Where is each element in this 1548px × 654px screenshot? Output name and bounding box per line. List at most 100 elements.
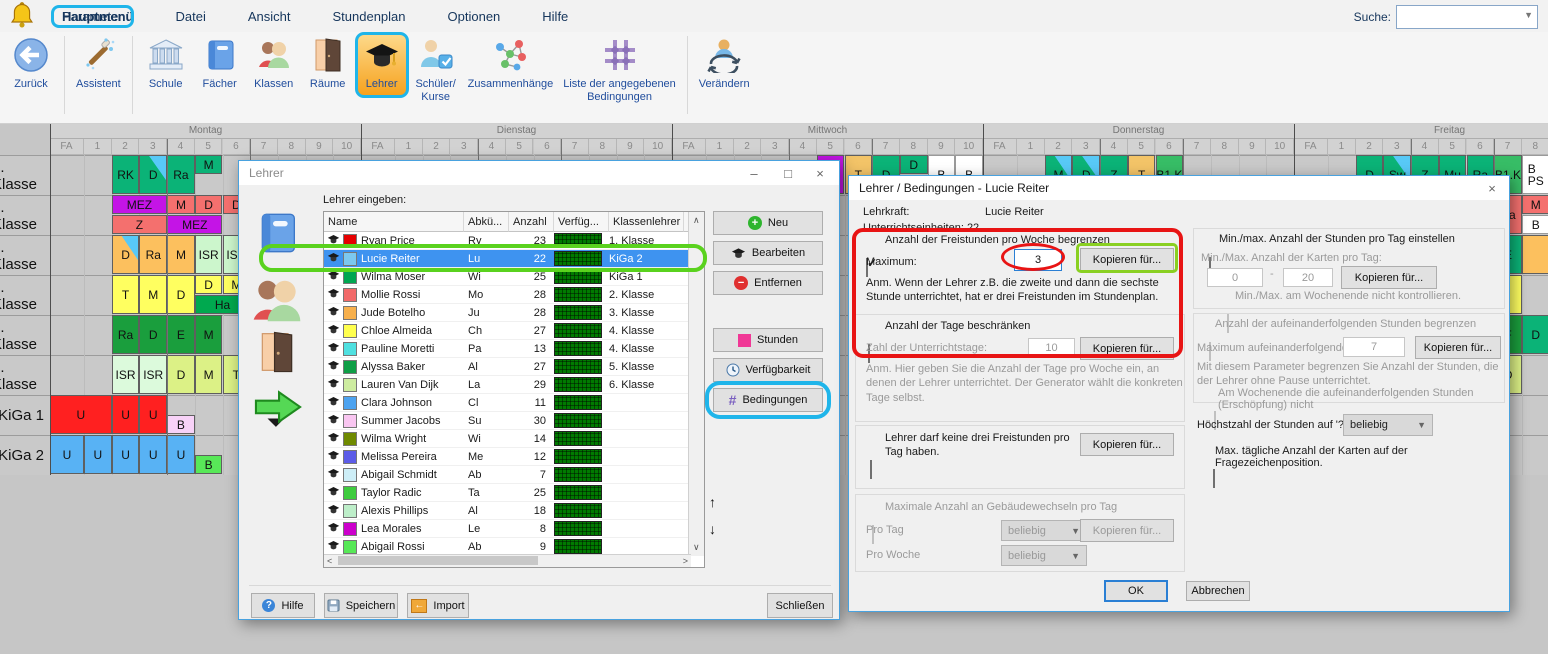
timetable-cell[interactable]: Ra — [139, 235, 167, 274]
timetable-cell[interactable]: U — [139, 395, 167, 434]
toolbar-network-graph[interactable]: Zusammenhänge — [463, 32, 559, 91]
timetable-cell[interactable]: D — [167, 355, 195, 394]
menu-item-optionen[interactable]: Optionen — [442, 6, 507, 27]
kopieren-button-gebaeude[interactable]: Kopieren für... — [1080, 519, 1174, 542]
horizontal-scrollbar[interactable]: < > — [324, 554, 691, 567]
book-icon[interactable] — [253, 209, 301, 257]
teacher-row[interactable]: Lauren Van DijkLa296. Klasse — [324, 376, 690, 394]
menu-item-hauptmenü[interactable]: Hauptmenü — [56, 6, 140, 27]
timetable-cell[interactable]: U — [84, 435, 112, 474]
timetable-cell[interactable]: M — [195, 315, 223, 354]
timetable-cell[interactable]: T — [112, 275, 140, 314]
timetable-cell[interactable]: ISR — [195, 235, 223, 274]
column-header-klassenlehrer[interactable]: Klassenlehrer — [609, 212, 684, 232]
pro-tag-select[interactable]: beliebig▼ — [1001, 520, 1087, 541]
kopieren-button-drei[interactable]: Kopieren für... — [1080, 433, 1174, 456]
hoechstzahl-select[interactable]: beliebig▼ — [1343, 414, 1433, 436]
teacher-row[interactable]: Clara JohnsonCl11 — [324, 394, 690, 412]
timetable-cell[interactable] — [1522, 235, 1548, 274]
timetable-cell[interactable]: B PS — [1522, 155, 1548, 194]
karten-min-input[interactable]: 0 — [1207, 268, 1263, 287]
teacher-row[interactable]: Alyssa BakerAl275. Klasse — [324, 358, 690, 376]
entfernen-button[interactable]: −Entfernen — [713, 271, 823, 295]
toolbar-graduation-cap[interactable]: Lehrer — [355, 32, 409, 98]
chevron-down-icon[interactable]: ▼ — [1524, 10, 1533, 20]
verfuegbarkeit-button[interactable]: Verfügbarkeit — [713, 358, 823, 382]
column-header-anzahl[interactable]: Anzahl — [509, 212, 554, 232]
timetable-cell[interactable]: Ra — [112, 315, 140, 354]
timetable-cell[interactable]: RK — [112, 155, 140, 194]
karten-max-input[interactable]: 20 — [1283, 268, 1333, 287]
teacher-row[interactable]: Mollie RossiMo282. Klasse — [324, 286, 690, 304]
toolbar-door[interactable]: Räume — [301, 32, 355, 91]
timetable-cell[interactable]: Ra — [167, 155, 195, 194]
timetable-cell[interactable]: D — [112, 235, 140, 274]
toolbar-purple-grid[interactable]: Liste der angegebenen Bedingungen — [558, 32, 681, 103]
fragezeichen-checkbox[interactable] — [1213, 469, 1215, 488]
timetable-cell[interactable]: U — [139, 435, 167, 474]
vertical-scrollbar[interactable]: ∧ ∨ — [688, 212, 704, 556]
close-icon[interactable]: × — [1477, 176, 1507, 200]
toolbar-people-pair[interactable]: Klassen — [247, 32, 301, 91]
teacher-row[interactable]: Wilma WrightWi14 — [324, 430, 690, 448]
door-icon[interactable] — [255, 329, 299, 375]
scroll-thumb[interactable] — [338, 556, 538, 565]
timetable-cell[interactable]: M — [167, 195, 195, 214]
timetable-cell[interactable]: D — [195, 195, 223, 214]
column-header-verfg[interactable]: Verfüg... — [554, 212, 609, 232]
timetable-cell[interactable]: D — [139, 315, 167, 354]
schliessen-button[interactable]: Schließen — [767, 593, 833, 618]
timetable-cell[interactable]: ISR — [139, 355, 167, 394]
move-down-icon[interactable]: ↓ — [709, 521, 716, 537]
timetable-cell[interactable]: E — [167, 315, 195, 354]
kopieren-button-tage[interactable]: Kopieren für... — [1080, 337, 1174, 360]
max-aufeinander-input[interactable]: 7 — [1343, 337, 1405, 357]
timetable-cell[interactable]: D — [167, 275, 195, 314]
toolbar-magic-wand[interactable]: Assistent — [71, 32, 126, 91]
pro-woche-select[interactable]: beliebig▼ — [1001, 545, 1087, 566]
maximize-icon[interactable]: □ — [773, 161, 803, 185]
timetable-cell[interactable]: D — [1522, 315, 1548, 354]
toolbar-person-sync[interactable]: Verändern — [694, 32, 755, 91]
teacher-row[interactable]: Melissa PereiraMe12 — [324, 448, 690, 466]
timetable-cell[interactable]: U — [167, 435, 195, 474]
toolbar-book[interactable]: Fächer — [193, 32, 247, 91]
teacher-row[interactable]: Wilma MoserWi25KiGa 1 — [324, 268, 690, 286]
import-button[interactable]: ←Import — [407, 593, 469, 618]
column-header-name[interactable]: Name — [324, 212, 464, 232]
timetable-cell[interactable]: B — [167, 415, 195, 434]
unterrichtstage-input[interactable]: 10 — [1028, 338, 1075, 358]
teacher-row[interactable]: Chloe AlmeidaCh274. Klasse — [324, 322, 690, 340]
menu-item-ansicht[interactable]: Ansicht — [242, 6, 297, 27]
maximum-input[interactable]: 3 — [1014, 249, 1062, 271]
teacher-row[interactable]: Lucie ReiterLu22KiGa 2 — [324, 250, 690, 268]
ok-button[interactable]: OK — [1104, 580, 1168, 602]
menu-item-stundenplan[interactable]: Stundenplan — [327, 6, 412, 27]
teacher-row[interactable]: Taylor RadicTa25 — [324, 484, 690, 502]
teacher-row[interactable]: Ryan PriceRy231. Klasse — [324, 232, 690, 250]
teacher-row[interactable]: Summer JacobsSu30 — [324, 412, 690, 430]
teacher-row[interactable]: Abigail SchmidtAb7 — [324, 466, 690, 484]
kopieren-button-karten[interactable]: Kopieren für... — [1341, 266, 1437, 289]
drei-freistunden-checkbox[interactable] — [870, 460, 872, 479]
people-icon[interactable] — [249, 273, 305, 329]
teacher-row[interactable]: Jude BotelhoJu283. Klasse — [324, 304, 690, 322]
timetable-cell[interactable]: U — [50, 435, 84, 474]
search-input[interactable]: ▼ — [1396, 5, 1538, 29]
column-header-abk[interactable]: Abkü... — [464, 212, 509, 232]
timetable-cell[interactable]: M — [195, 155, 223, 174]
abbrechen-button[interactable]: Abbrechen — [1186, 581, 1250, 601]
timetable-cell[interactable]: U — [112, 395, 140, 434]
menu-item-datei[interactable]: Datei — [170, 6, 212, 27]
menu-item-hilfe[interactable]: Hilfe — [536, 6, 574, 27]
scroll-down-icon[interactable]: ∨ — [693, 542, 700, 553]
timetable-cell[interactable]: B — [1522, 215, 1548, 234]
bearbeiten-button[interactable]: Bearbeiten — [713, 241, 823, 265]
scroll-right-icon[interactable]: > — [683, 556, 688, 566]
teacher-row[interactable]: Alexis PhillipsAl18 — [324, 502, 690, 520]
timetable-cell[interactable]: ISR — [112, 355, 140, 394]
move-up-icon[interactable]: ↑ — [709, 494, 716, 510]
kopieren-button-freistunden[interactable]: Kopieren für... — [1080, 248, 1174, 271]
teachers-dialog-titlebar[interactable]: Lehrer – □ × — [239, 161, 839, 185]
timetable-cell[interactable]: MEZ — [167, 215, 222, 234]
